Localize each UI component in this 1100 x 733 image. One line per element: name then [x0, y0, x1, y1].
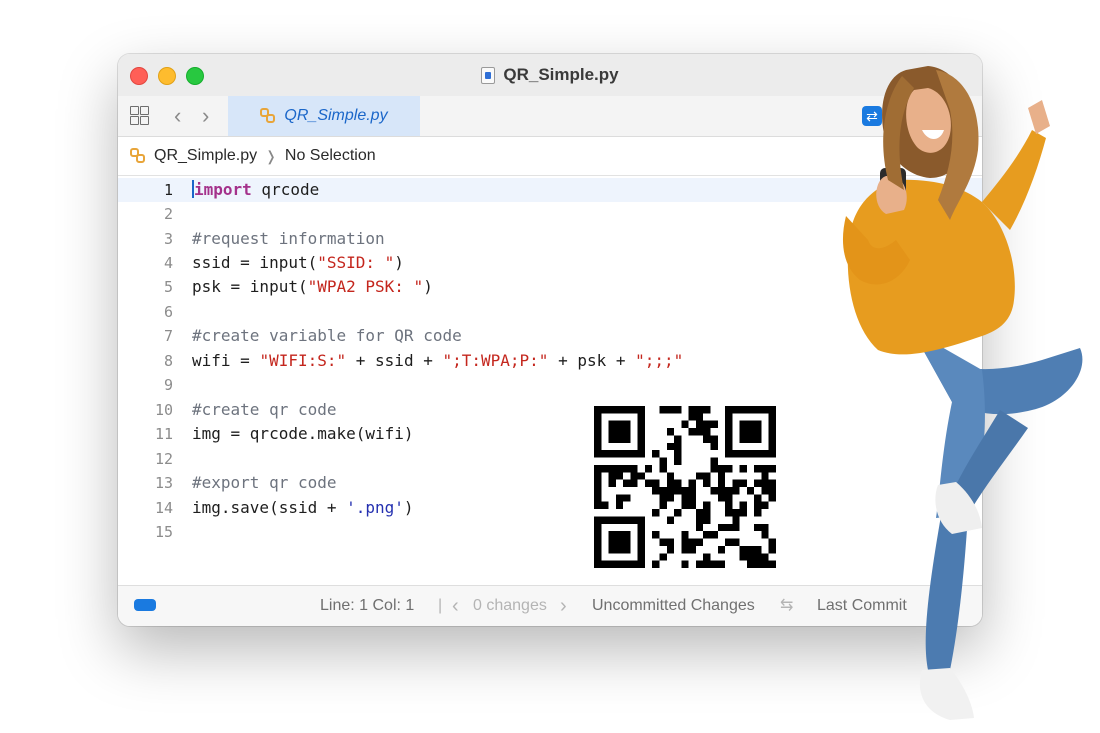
code-text: wifi = "WIFI:S:" + ssid + ";T:WPA;P:" + … [192, 351, 684, 370]
code-comment: #export qr code [192, 473, 337, 492]
woman-illustration [842, 66, 1083, 720]
line-number: 6 [163, 303, 173, 321]
chevron-left-icon[interactable]: ‹ [452, 586, 459, 626]
qr-code-image [594, 406, 776, 568]
line-number: 12 [154, 450, 173, 468]
window-title-text: QR_Simple.py [503, 65, 619, 84]
line-number: 2 [163, 205, 173, 223]
sidebar-toggle-icon[interactable] [134, 599, 156, 611]
chevron-left-icon[interactable]: ‹ [174, 105, 181, 127]
cursor-position: Line: 1 Col: 1 [320, 597, 415, 614]
line-number: 15 [154, 523, 173, 541]
code-comment: #create variable for QR code [192, 326, 462, 345]
code-text: img = qrcode.make(wifi) [192, 424, 414, 443]
line-number: 11 [154, 425, 173, 443]
chevron-right-icon: ❭ [265, 147, 277, 164]
changes-count: 0 changes [473, 597, 547, 614]
divider: | [438, 597, 443, 614]
line-number: 7 [163, 327, 173, 345]
file-icon [481, 66, 496, 84]
code-text: import qrcode [192, 180, 320, 199]
line-number: 14 [154, 499, 173, 517]
line-number: 10 [154, 401, 173, 419]
code-comment: #request information [192, 229, 385, 248]
line-number: 9 [163, 376, 173, 394]
line-number: 8 [163, 352, 173, 370]
grid-icon[interactable] [130, 106, 150, 126]
code-text: img.save(ssid + '.png') [192, 498, 414, 517]
swap-arrows-icon[interactable]: ⇆ [780, 586, 793, 626]
tab-qr-simple[interactable]: QR_Simple.py [228, 96, 420, 136]
tab-label: QR_Simple.py [284, 107, 388, 124]
line-number: 1 [163, 181, 173, 199]
code-text: psk = input("WPA2 PSK: ") [192, 277, 433, 296]
python-icon [130, 148, 146, 164]
code-text: ssid = input("SSID: ") [192, 253, 404, 272]
uncommitted-changes-button[interactable]: Uncommitted Changes [592, 586, 755, 626]
jumpbar-file[interactable]: QR_Simple.py [154, 147, 257, 165]
line-number: 13 [154, 474, 173, 492]
jumpbar-selection[interactable]: No Selection [285, 147, 376, 165]
line-number: 5 [163, 278, 173, 296]
chevron-right-icon[interactable]: › [202, 105, 209, 127]
chevron-right-icon[interactable]: › [560, 586, 567, 626]
code-comment: #create qr code [192, 400, 337, 419]
python-icon [260, 108, 276, 124]
line-number: 4 [163, 254, 173, 272]
line-number: 3 [163, 230, 173, 248]
cheering-woman-photo [842, 66, 1083, 720]
